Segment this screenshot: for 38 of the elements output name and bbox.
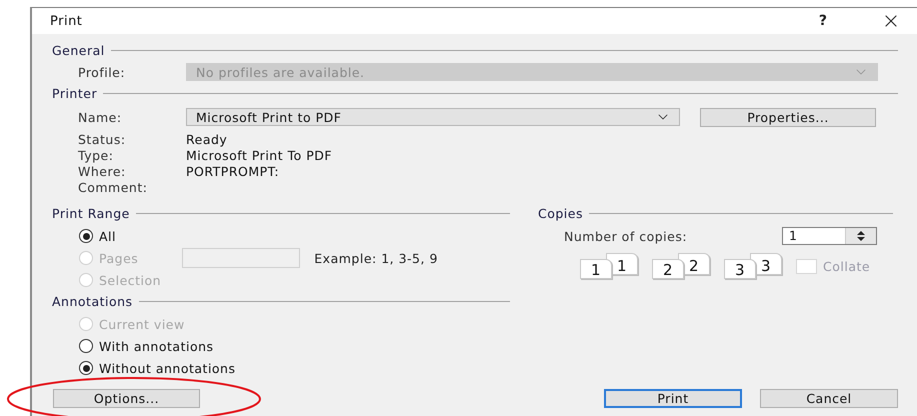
options-button[interactable]: Options... xyxy=(53,389,200,408)
field-label: Name: xyxy=(78,110,123,124)
dialog-button[interactable]: Cancel xyxy=(760,389,898,408)
help-button[interactable]: ? xyxy=(814,13,831,29)
window-title: Print xyxy=(50,14,84,28)
field-label: Number of copies: xyxy=(564,228,688,244)
field-label: Type: xyxy=(78,148,114,162)
copies-spinner[interactable]: 1 xyxy=(782,227,877,245)
field-value: Ready xyxy=(186,132,228,146)
radio-button[interactable] xyxy=(79,339,93,353)
radio-label: Pages xyxy=(99,250,138,266)
field-label: Comment: xyxy=(78,180,148,194)
radio-label: With annotations xyxy=(99,338,214,354)
group-title: Copies xyxy=(538,206,583,220)
radio-label: Selection xyxy=(99,272,162,288)
radio-label: Current view xyxy=(99,316,185,332)
radio-label: All xyxy=(99,228,116,244)
radio-label: Without annotations xyxy=(99,360,236,376)
spin-arrows-icon[interactable] xyxy=(845,228,876,244)
field-value: Microsoft Print To PDF xyxy=(186,148,332,162)
radio-button[interactable] xyxy=(79,229,93,243)
page-sheet-icon: 1 xyxy=(580,259,612,279)
field-label: Profile: xyxy=(78,64,126,80)
group-title: General xyxy=(52,42,105,58)
field-label: Status: xyxy=(78,132,127,146)
group-title: Print Range xyxy=(52,206,130,220)
dialog-button[interactable]: Print xyxy=(604,389,742,408)
printer-dropdown[interactable]: Microsoft Print to PDF xyxy=(186,108,680,126)
field-label: Where: xyxy=(78,164,127,178)
group-title: Annotations xyxy=(52,294,133,308)
page-sheet-icon: 2 xyxy=(652,259,684,279)
example-text: Example: 1, 3-5, 9 xyxy=(314,250,438,266)
properties-button[interactable]: Properties... xyxy=(700,108,876,126)
group-title: Printer xyxy=(52,86,98,100)
page-sheet-icon: 3 xyxy=(724,259,756,279)
radio-button[interactable] xyxy=(79,361,93,375)
field-value: PORTPROMPT: xyxy=(186,164,280,178)
checkbox-label: Collate xyxy=(823,258,870,274)
